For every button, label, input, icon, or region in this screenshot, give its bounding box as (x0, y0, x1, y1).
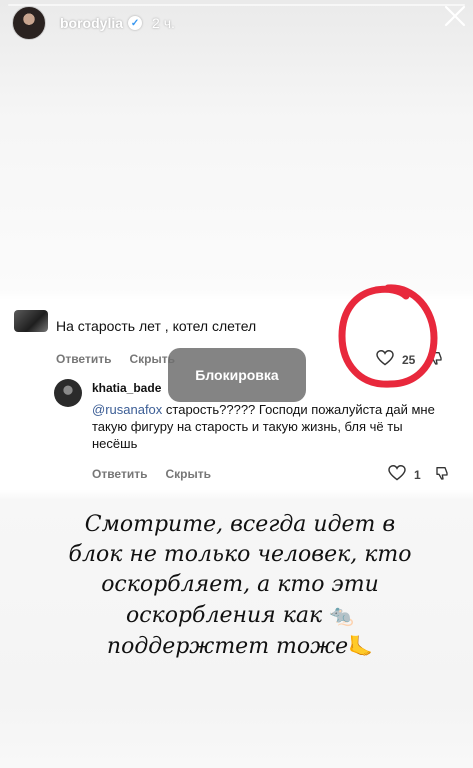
verified-badge-icon: ✓ (128, 16, 143, 30)
story-header: borodylia ✓ 2 ч. (12, 6, 461, 40)
reply-avatar[interactable] (54, 379, 82, 407)
close-icon[interactable] (443, 4, 467, 28)
comment-actions: Ответить Скрыть (56, 352, 175, 366)
heart-icon[interactable] (388, 464, 406, 484)
reply-actions: Ответить Скрыть (92, 467, 211, 481)
reply-reply-button[interactable]: Ответить (92, 467, 147, 481)
reply-text: @rusanafox старость????? Господи пожалуй… (92, 401, 442, 452)
story-username[interactable]: borodylia (60, 15, 123, 31)
mention-link[interactable]: @rusanafox (92, 402, 162, 417)
reply-like-group: 1 (388, 464, 451, 484)
reply-hide-button[interactable]: Скрыть (165, 467, 211, 481)
story-time: 2 ч. (152, 15, 175, 31)
caption-line: поддержтет тоже🦶 (60, 631, 420, 662)
foot-emoji-icon: 🦶 (348, 634, 374, 658)
caption-line: Смотрите, всегда идет в (84, 512, 396, 537)
caption-line: блок не только человек, кто (68, 542, 412, 567)
caption-line: оскорбления как 🐀 (60, 600, 420, 631)
dislike-icon[interactable] (435, 465, 451, 484)
caption-text: поддержтет тоже (106, 634, 349, 659)
reply-username[interactable]: khatia_bade (92, 381, 172, 395)
annotation-circle (338, 284, 438, 388)
avatar[interactable] (12, 6, 46, 40)
comment-text: На старость лет , котел слетел (56, 318, 257, 334)
block-toast-label: Блокировка (195, 367, 279, 383)
like-count: 1 (414, 467, 421, 482)
reply-button[interactable]: Ответить (56, 352, 111, 366)
block-toast: Блокировка (168, 348, 306, 402)
caption-text: оскорбления как (125, 603, 323, 628)
rat-emoji-icon: 🐀 (329, 603, 354, 627)
comment-avatar[interactable] (14, 310, 48, 332)
caption-line: оскорбляет, а кто эти (101, 572, 379, 597)
story-caption: Смотрите, всегда идет в блок не только ч… (60, 510, 420, 662)
